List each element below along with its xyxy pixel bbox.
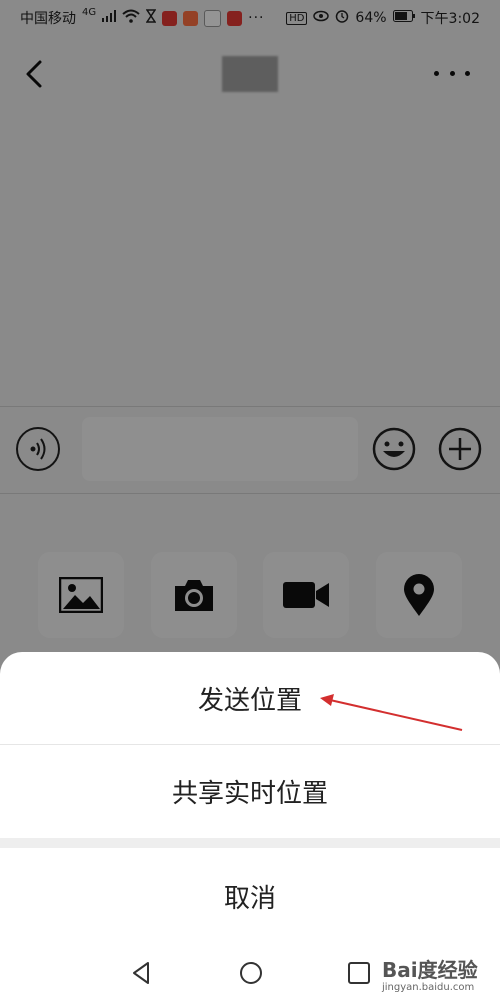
send-location-option[interactable]: 发送位置 bbox=[0, 652, 500, 745]
square-recent-icon bbox=[348, 962, 370, 984]
watermark-url: jingyan.baidu.com bbox=[382, 982, 475, 993]
circle-home-icon bbox=[240, 962, 262, 984]
watermark-brand: Bai度经验 bbox=[382, 958, 478, 982]
nav-recent-button[interactable] bbox=[344, 958, 374, 988]
location-action-sheet: 发送位置 共享实时位置 取消 bbox=[0, 652, 500, 944]
share-realtime-location-option[interactable]: 共享实时位置 bbox=[0, 745, 500, 837]
triangle-back-icon bbox=[133, 962, 149, 984]
cancel-option[interactable]: 取消 bbox=[0, 848, 500, 944]
nav-back-button[interactable] bbox=[126, 958, 156, 988]
chat-screen: 中国移动 4G ··· HD 64% 下午3:02 发送位置 共享实时位置 取消… bbox=[0, 0, 500, 1000]
nav-home-button[interactable] bbox=[236, 958, 266, 988]
sheet-divider bbox=[0, 838, 500, 848]
